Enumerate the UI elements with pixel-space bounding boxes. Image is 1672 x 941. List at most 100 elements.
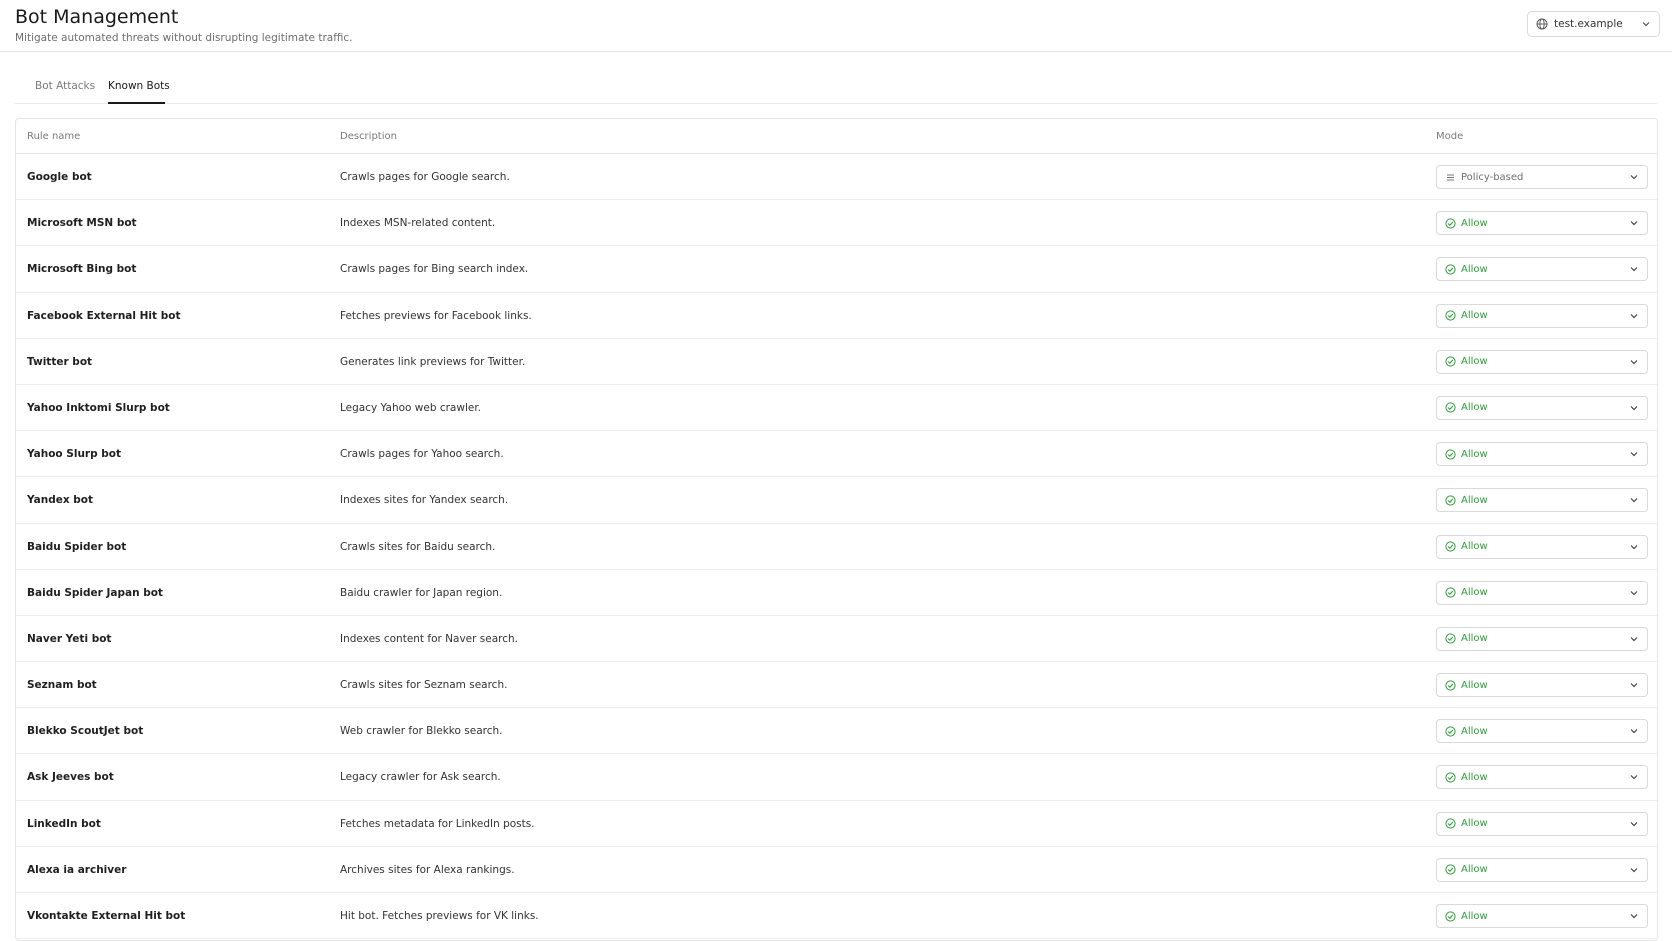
tab-known-bots[interactable]: Known Bots bbox=[108, 80, 170, 92]
check-circle-icon bbox=[1445, 495, 1456, 506]
mode-select[interactable]: Allow bbox=[1436, 857, 1648, 882]
table-row: Naver Yeti bot Indexes content for Naver … bbox=[16, 616, 1657, 663]
rule-description: Baidu crawler for Japan region. bbox=[340, 586, 503, 599]
zone-selector[interactable]: test.example bbox=[1527, 11, 1660, 37]
mode-select[interactable]: Allow bbox=[1436, 811, 1648, 836]
check-circle-icon bbox=[1445, 772, 1456, 783]
table-row: Seznam bot Crawls sites for Seznam search… bbox=[16, 662, 1657, 709]
page-header: Bot Management Mitigate automated threat… bbox=[0, 0, 1672, 52]
zone-selector-label: test.example bbox=[1554, 18, 1623, 30]
mode-select-label: Allow bbox=[1461, 818, 1488, 830]
table-row: Microsoft MSN bot Indexes MSN-related con… bbox=[16, 200, 1657, 247]
globe-icon bbox=[1536, 18, 1548, 30]
rule-name: Twitter bot bbox=[27, 355, 93, 368]
mode-select[interactable]: Allow bbox=[1436, 303, 1648, 328]
rule-description: Generates link previews for Twitter. bbox=[340, 355, 526, 368]
rule-description: Archives sites for Alexa rankings. bbox=[340, 863, 515, 876]
mode-select[interactable]: Allow bbox=[1436, 488, 1648, 513]
mode-select[interactable]: Allow bbox=[1436, 904, 1648, 928]
rule-description: Crawls pages for Yahoo search. bbox=[340, 448, 504, 461]
check-circle-icon bbox=[1445, 818, 1456, 829]
rule-description: Crawls sites for Seznam search. bbox=[340, 679, 508, 692]
mode-select[interactable]: Allow bbox=[1436, 580, 1648, 605]
chevron-down-icon bbox=[1629, 311, 1639, 321]
check-circle-icon bbox=[1445, 449, 1456, 460]
mode-select-label: Allow bbox=[1461, 448, 1488, 460]
check-circle-icon bbox=[1445, 679, 1456, 691]
table-row: Ask Jeeves bot Legacy crawler for Ask sea… bbox=[16, 754, 1657, 801]
rule-name: LinkedIn bot bbox=[27, 817, 101, 830]
chevron-down-icon bbox=[1629, 726, 1639, 736]
chevron-down-icon bbox=[1629, 495, 1639, 505]
check-circle-icon bbox=[1445, 587, 1456, 598]
rule-description: Crawls pages for Bing search index. bbox=[340, 263, 529, 276]
rule-name: Vkontakte External Hit bot bbox=[27, 910, 186, 922]
mode-select-label: Allow bbox=[1461, 725, 1488, 737]
chevron-down-icon bbox=[1629, 264, 1639, 274]
chevron-down-icon bbox=[1629, 911, 1639, 921]
check-circle-icon bbox=[1445, 633, 1456, 644]
chevron-down-icon bbox=[1629, 449, 1639, 459]
rule-name: Microsoft MSN bot bbox=[27, 217, 137, 230]
check-circle-icon bbox=[1445, 864, 1456, 875]
mode-select-label: Allow bbox=[1461, 587, 1488, 599]
mode-select[interactable]: Allow bbox=[1436, 349, 1648, 374]
table-row: Twitter bot Generates link previews for T… bbox=[16, 339, 1657, 385]
rule-description: Indexes sites for Yandex search. bbox=[340, 494, 509, 507]
mode-select-label: Allow bbox=[1461, 263, 1488, 275]
table-row: Blekko ScoutJet bot Web crawler for Blekk… bbox=[16, 708, 1657, 755]
mode-select[interactable]: Allow bbox=[1436, 719, 1648, 744]
chevron-down-icon bbox=[1629, 680, 1639, 690]
mode-select-label: Allow bbox=[1461, 771, 1488, 783]
chevron-down-icon bbox=[1629, 218, 1639, 228]
chevron-down-icon bbox=[1629, 172, 1639, 182]
chevron-down-icon bbox=[1641, 19, 1651, 29]
mode-select[interactable]: Allow bbox=[1436, 257, 1648, 282]
mode-select[interactable]: Allow bbox=[1436, 211, 1648, 236]
column-header-description: Description bbox=[340, 131, 397, 142]
mode-select[interactable]: Allow bbox=[1436, 442, 1648, 467]
rule-description: Indexes content for Naver search. bbox=[340, 632, 518, 645]
mode-select-label: Allow bbox=[1461, 910, 1488, 922]
table-row: Baidu Spider bot Crawls sites for Baidu s… bbox=[16, 524, 1657, 570]
chevron-down-icon bbox=[1629, 588, 1639, 598]
check-circle-icon bbox=[1445, 310, 1456, 321]
rule-name: Microsoft Bing bot bbox=[27, 263, 137, 276]
rule-description: Web crawler for Blekko search. bbox=[340, 725, 503, 738]
rule-description: Fetches metadata for LinkedIn posts. bbox=[340, 817, 535, 830]
rule-name: Yahoo Inktomi Slurp bot bbox=[27, 401, 170, 414]
mode-select[interactable]: Allow bbox=[1436, 395, 1648, 420]
rule-name: Baidu Spider Japan bot bbox=[27, 586, 163, 599]
table-row: Facebook External Hit bot Fetches preview… bbox=[16, 293, 1657, 339]
tab-bot-attacks[interactable]: Bot Attacks bbox=[35, 80, 95, 92]
rule-name: Blekko ScoutJet bot bbox=[27, 725, 144, 738]
rule-name: Alexa ia archiver bbox=[27, 863, 127, 876]
check-circle-icon bbox=[1445, 726, 1456, 737]
table-row: Yahoo Slurp bot Crawls pages for Yahoo se… bbox=[16, 431, 1657, 478]
mode-select[interactable]: Policy-based bbox=[1436, 165, 1648, 189]
chevron-down-icon bbox=[1629, 772, 1639, 782]
mode-select-label: Policy-based bbox=[1461, 171, 1524, 183]
check-circle-icon bbox=[1445, 402, 1456, 414]
chevron-down-icon bbox=[1629, 865, 1639, 875]
mode-select[interactable]: Allow bbox=[1436, 765, 1648, 790]
tab-bar: Bot Attacks Known Bots bbox=[15, 70, 1657, 104]
check-circle-icon bbox=[1445, 910, 1456, 922]
rule-description: Legacy crawler for Ask search. bbox=[340, 771, 501, 784]
table-row: Yandex bot Indexes sites for Yandex searc… bbox=[16, 477, 1657, 524]
mode-select-label: Allow bbox=[1461, 217, 1488, 229]
mode-select[interactable]: Allow bbox=[1436, 534, 1648, 559]
mode-select-label: Allow bbox=[1461, 864, 1488, 876]
mode-select[interactable]: Allow bbox=[1436, 626, 1648, 651]
table-row: Vkontakte External Hit bot Hit bot. Fetch… bbox=[16, 893, 1657, 940]
rule-name: Yandex bot bbox=[27, 494, 94, 507]
rule-description: Legacy Yahoo web crawler. bbox=[340, 401, 482, 414]
rule-description: Crawls pages for Google search. bbox=[340, 171, 510, 183]
rule-name: Yahoo Slurp bot bbox=[27, 448, 122, 461]
table-row: Yahoo Inktomi Slurp bot Legacy Yahoo web … bbox=[16, 385, 1657, 432]
rule-description: Indexes MSN-related content. bbox=[340, 217, 496, 230]
column-header-mode: Mode bbox=[1436, 131, 1464, 142]
mode-select-label: Allow bbox=[1461, 633, 1488, 645]
mode-select[interactable]: Allow bbox=[1436, 673, 1648, 698]
chevron-down-icon bbox=[1629, 357, 1639, 367]
